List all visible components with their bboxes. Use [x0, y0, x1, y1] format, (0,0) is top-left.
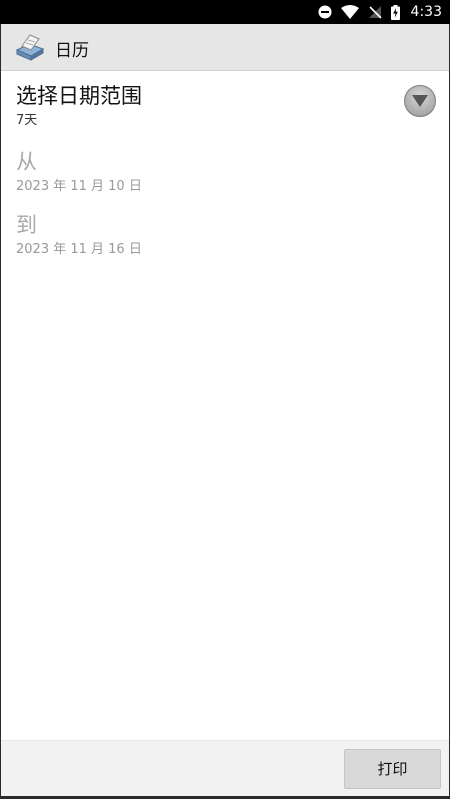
- app-title: 日历: [55, 41, 89, 61]
- no-signal-icon: [368, 5, 382, 19]
- chevron-down-icon: [412, 95, 428, 107]
- from-date-value: 2023 年 11 月 10 日: [16, 179, 142, 194]
- bottom-bar: 打印: [1, 740, 449, 796]
- to-label: 到: [16, 213, 37, 237]
- status-bar: 4:33: [0, 0, 450, 24]
- wifi-icon: [340, 5, 359, 19]
- dropdown-button[interactable]: [404, 85, 436, 117]
- date-range-value: 7天: [16, 113, 38, 128]
- battery-charging-icon: [390, 4, 400, 20]
- date-range-selector[interactable]: 选择日期范围 7天: [1, 71, 449, 131]
- print-button[interactable]: 打印: [344, 749, 441, 789]
- app-bar: 日历: [1, 24, 449, 71]
- to-date-value: 2023 年 11 月 16 日: [16, 242, 142, 257]
- printer-app-icon: [13, 32, 45, 62]
- date-range-title: 选择日期范围: [16, 84, 142, 108]
- status-time: 4:33: [410, 4, 442, 20]
- do-not-disturb-icon: [318, 5, 332, 19]
- from-label: 从: [16, 150, 37, 174]
- status-icons: 4:33: [318, 0, 442, 24]
- app-screen: 日历 选择日期范围 7天 从 2023 年 11 月 10 日 到 2023 年…: [1, 24, 449, 796]
